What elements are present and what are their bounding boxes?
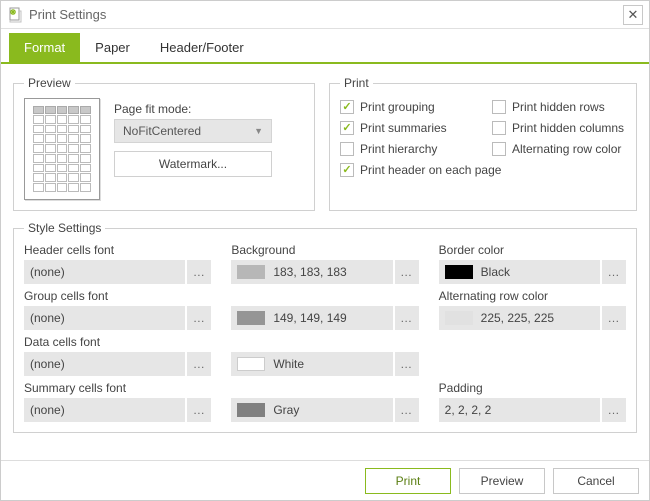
preview-legend: Preview [24, 76, 75, 90]
print-button[interactable]: Print [365, 468, 451, 494]
alt-row-color-label: Alternating row color [439, 289, 626, 303]
data-bg-picker[interactable]: White … [231, 352, 418, 376]
group-preview: Preview Page fit mode: NoFitCenter [13, 76, 315, 211]
checkbox-icon [340, 163, 354, 177]
background-label: Background [231, 243, 418, 257]
chk-label: Print hidden columns [512, 121, 624, 135]
close-button[interactable]: ✕ [623, 5, 643, 25]
ellipsis-icon: … [185, 352, 211, 376]
color-swatch [445, 311, 473, 325]
chevron-down-icon: ▼ [254, 126, 263, 136]
header-bg-picker[interactable]: 183, 183, 183 … [231, 260, 418, 284]
summary-font-label: Summary cells font [24, 381, 211, 395]
ellipsis-icon: … [185, 398, 211, 422]
chk-alternating-row-color[interactable]: Alternating row color [492, 142, 626, 156]
color-swatch [445, 265, 473, 279]
chk-label: Print grouping [360, 100, 435, 114]
chk-print-grouping[interactable]: Print grouping [340, 100, 474, 114]
color-swatch [237, 403, 265, 417]
chk-label: Print hidden rows [512, 100, 605, 114]
checkbox-icon [492, 142, 506, 156]
group-font-label: Group cells font [24, 289, 211, 303]
chk-print-hidden-columns[interactable]: Print hidden columns [492, 121, 626, 135]
page-fit-select[interactable]: NoFitCentered ▼ [114, 119, 272, 143]
header-font-label: Header cells font [24, 243, 211, 257]
chk-print-hierarchy[interactable]: Print hierarchy [340, 142, 474, 156]
ellipsis-icon: … [600, 306, 626, 330]
chk-print-summaries[interactable]: Print summaries [340, 121, 474, 135]
checkbox-icon [492, 121, 506, 135]
chk-label: Print summaries [360, 121, 447, 135]
ellipsis-icon: … [393, 306, 419, 330]
chk-label: Alternating row color [512, 142, 621, 156]
chk-label: Print header on each page [360, 163, 501, 177]
checkbox-icon [340, 121, 354, 135]
page-fit-label: Page fit mode: [114, 102, 304, 116]
ellipsis-icon: … [600, 260, 626, 284]
padding-picker[interactable]: 2, 2, 2, 2 … [439, 398, 626, 422]
chk-label: Print hierarchy [360, 142, 437, 156]
ellipsis-icon: … [185, 306, 211, 330]
cancel-button[interactable]: Cancel [553, 468, 639, 494]
alt-row-color-picker[interactable]: 225, 225, 225 … [439, 306, 626, 330]
ellipsis-icon: … [600, 398, 626, 422]
print-legend: Print [340, 76, 373, 90]
style-legend: Style Settings [24, 221, 105, 235]
header-font-picker[interactable]: (none) … [24, 260, 211, 284]
tab-strip: Format Paper Header/Footer [1, 29, 649, 64]
ellipsis-icon: … [393, 398, 419, 422]
border-color-picker[interactable]: Black … [439, 260, 626, 284]
color-swatch [237, 357, 265, 371]
padding-label: Padding [439, 381, 626, 395]
page-thumbnail [24, 98, 100, 200]
summary-font-picker[interactable]: (none) … [24, 398, 211, 422]
group-style-settings: Style Settings Header cells font (none) … [13, 221, 637, 433]
print-settings-icon [7, 7, 23, 23]
titlebar: Print Settings ✕ [1, 1, 649, 29]
checkbox-icon [340, 100, 354, 114]
window-title: Print Settings [29, 7, 623, 22]
preview-button[interactable]: Preview [459, 468, 545, 494]
page-fit-value: NoFitCentered [123, 124, 201, 138]
checkbox-icon [340, 142, 354, 156]
tab-paper[interactable]: Paper [80, 33, 145, 62]
ellipsis-icon: … [393, 352, 419, 376]
data-font-picker[interactable]: (none) … [24, 352, 211, 376]
border-color-label: Border color [439, 243, 626, 257]
summary-bg-picker[interactable]: Gray … [231, 398, 418, 422]
color-swatch [237, 265, 265, 279]
tab-format[interactable]: Format [9, 33, 80, 62]
checkbox-icon [492, 100, 506, 114]
chk-header-each-page[interactable]: Print header on each page [340, 163, 626, 177]
chk-print-hidden-rows[interactable]: Print hidden rows [492, 100, 626, 114]
tab-header-footer[interactable]: Header/Footer [145, 33, 259, 62]
group-bg-picker[interactable]: 149, 149, 149 … [231, 306, 418, 330]
color-swatch [237, 311, 265, 325]
data-font-label: Data cells font [24, 335, 211, 349]
ellipsis-icon: … [185, 260, 211, 284]
watermark-button[interactable]: Watermark... [114, 151, 272, 177]
group-print: Print Print grouping Print hidden rows P… [329, 76, 637, 211]
ellipsis-icon: … [393, 260, 419, 284]
close-icon: ✕ [628, 7, 639, 23]
group-font-picker[interactable]: (none) … [24, 306, 211, 330]
dialog-footer: Print Preview Cancel [1, 460, 649, 500]
